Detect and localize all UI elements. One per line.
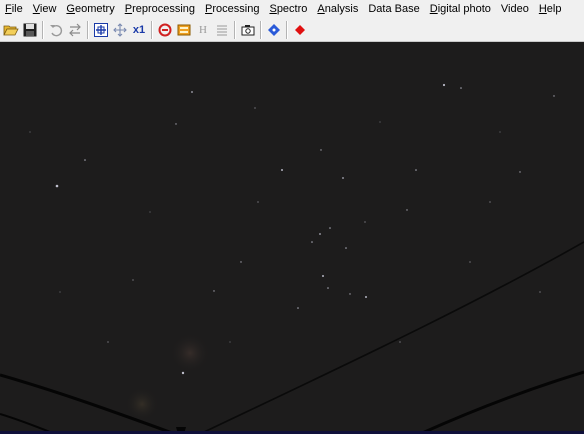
star xyxy=(29,131,31,133)
menu-analysis[interactable]: Analysis xyxy=(312,0,363,19)
night-sky-image xyxy=(0,42,584,434)
star xyxy=(365,296,367,298)
star xyxy=(257,201,259,203)
star xyxy=(364,221,366,223)
star xyxy=(349,293,351,295)
menu-help[interactable]: Help xyxy=(534,0,567,19)
toolbar-separator xyxy=(286,21,288,39)
star xyxy=(132,279,134,281)
star xyxy=(327,287,329,289)
header-icon[interactable]: H xyxy=(194,21,212,39)
menu-view[interactable]: View xyxy=(28,0,62,19)
star xyxy=(240,261,242,263)
star xyxy=(55,184,59,188)
star xyxy=(342,177,344,179)
star xyxy=(379,121,381,123)
star xyxy=(254,107,256,109)
toolbar-separator xyxy=(151,21,153,39)
star xyxy=(399,341,401,343)
star xyxy=(539,291,541,293)
star xyxy=(213,290,215,292)
star xyxy=(59,291,61,293)
toolbar-separator xyxy=(87,21,89,39)
menu-geometry[interactable]: Geometry xyxy=(61,0,119,19)
star xyxy=(415,169,417,171)
red-dot-icon[interactable] xyxy=(291,21,309,39)
star xyxy=(297,307,299,309)
star xyxy=(460,87,462,89)
menu-digital-photo[interactable]: Digital photo xyxy=(425,0,496,19)
star xyxy=(499,131,501,133)
menu-video[interactable]: Video xyxy=(496,0,534,19)
star xyxy=(175,123,177,125)
star xyxy=(489,201,491,203)
lens-flare xyxy=(170,333,210,373)
toolbar-separator xyxy=(234,21,236,39)
swap-arrows-icon[interactable] xyxy=(66,21,84,39)
star xyxy=(229,341,231,343)
star xyxy=(107,341,109,343)
star xyxy=(345,247,347,249)
star xyxy=(149,211,151,213)
list-icon[interactable] xyxy=(213,21,231,39)
lens-flare xyxy=(125,387,159,421)
star xyxy=(469,261,471,263)
star xyxy=(311,241,313,243)
star xyxy=(181,371,185,375)
menu-spectro[interactable]: Spectro xyxy=(264,0,312,19)
menu-database[interactable]: Data Base xyxy=(363,0,424,19)
menu-file[interactable]: File xyxy=(0,0,28,19)
toolbar: x1 H xyxy=(0,19,584,42)
star xyxy=(519,171,521,173)
menu-processing[interactable]: Processing xyxy=(200,0,264,19)
undo-icon[interactable] xyxy=(47,21,65,39)
star xyxy=(191,91,193,93)
menu-bar: File View Geometry Preprocessing Processing S… xyxy=(0,0,584,19)
camera-icon[interactable] xyxy=(239,21,257,39)
star xyxy=(319,233,321,235)
open-folder-icon[interactable] xyxy=(2,21,20,39)
menu-preprocessing[interactable]: Preprocessing xyxy=(120,0,200,19)
frame-icon[interactable] xyxy=(175,21,193,39)
star xyxy=(84,159,86,161)
star xyxy=(329,227,331,229)
star xyxy=(553,95,555,97)
red-eye-icon[interactable] xyxy=(156,21,174,39)
image-viewport[interactable] xyxy=(0,42,584,434)
zoom-fit-icon[interactable] xyxy=(92,21,110,39)
star xyxy=(320,149,322,151)
star xyxy=(281,169,283,171)
toolbar-separator xyxy=(42,21,44,39)
star xyxy=(406,209,408,211)
toolbar-separator xyxy=(260,21,262,39)
save-disk-icon[interactable] xyxy=(21,21,39,39)
zoom-1x-icon[interactable]: x1 xyxy=(130,21,148,39)
move-cross-icon[interactable] xyxy=(111,21,129,39)
star xyxy=(442,83,446,87)
blue-diamond-icon[interactable] xyxy=(265,21,283,39)
star xyxy=(322,275,324,277)
